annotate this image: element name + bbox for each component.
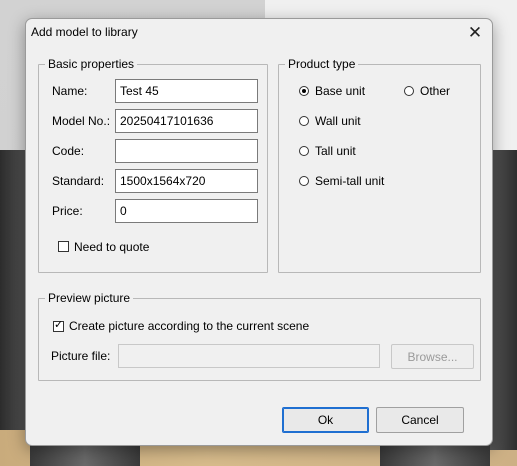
price-field[interactable]: 0 xyxy=(115,199,258,223)
radio-other[interactable] xyxy=(404,86,414,96)
picture-file-label: Picture file: xyxy=(51,349,111,363)
cancel-button[interactable]: Cancel xyxy=(376,407,464,433)
code-label: Code: xyxy=(52,144,85,158)
need-to-quote-label[interactable]: Need to quote xyxy=(74,240,149,254)
close-icon[interactable]: ✕ xyxy=(462,21,488,45)
preview-picture-group: Preview picture ✓ Create picture accordi… xyxy=(38,291,481,381)
radio-base-unit[interactable] xyxy=(299,86,309,96)
name-field[interactable]: Test 45 xyxy=(115,79,258,103)
picture-file-field[interactable] xyxy=(118,344,380,368)
code-field[interactable] xyxy=(115,139,258,163)
dialog-title: Add model to library xyxy=(31,25,138,39)
dialog-titlebar[interactable]: Add model to library ✕ xyxy=(26,19,492,47)
radio-tall-unit-label[interactable]: Tall unit xyxy=(315,144,356,158)
add-model-dialog: Add model to library ✕ Basic properties … xyxy=(25,18,493,446)
create-picture-checkbox[interactable]: ✓ xyxy=(53,319,64,332)
radio-tall-unit[interactable] xyxy=(299,146,309,156)
product-type-legend: Product type xyxy=(285,57,359,71)
ok-button[interactable]: Ok xyxy=(282,407,369,433)
basic-properties-legend: Basic properties xyxy=(45,57,138,71)
radio-other-label[interactable]: Other xyxy=(420,84,450,98)
need-to-quote-checkbox[interactable] xyxy=(58,241,69,252)
model-no-label: Model No.: xyxy=(52,114,111,128)
checkmark-icon: ✓ xyxy=(54,319,64,331)
name-label: Name: xyxy=(52,84,88,98)
basic-properties-group: Basic properties Name: Test 45 Model No.… xyxy=(38,57,268,273)
radio-base-unit-label[interactable]: Base unit xyxy=(315,84,365,98)
model-no-field[interactable]: 20250417101636 xyxy=(115,109,258,133)
standard-field[interactable]: 1500x1564x720 xyxy=(115,169,258,193)
radio-semi-tall-unit[interactable] xyxy=(299,176,309,186)
product-type-group: Product type Base unit Other Wall unit T… xyxy=(278,57,481,273)
radio-wall-unit[interactable] xyxy=(299,116,309,126)
create-picture-label[interactable]: Create picture according to the current … xyxy=(69,319,309,333)
browse-button[interactable]: Browse... xyxy=(391,344,474,369)
radio-wall-unit-label[interactable]: Wall unit xyxy=(315,114,361,128)
price-label: Price: xyxy=(52,204,83,218)
standard-label: Standard: xyxy=(52,174,105,188)
radio-semi-tall-unit-label[interactable]: Semi-tall unit xyxy=(315,174,384,188)
preview-picture-legend: Preview picture xyxy=(45,291,134,305)
